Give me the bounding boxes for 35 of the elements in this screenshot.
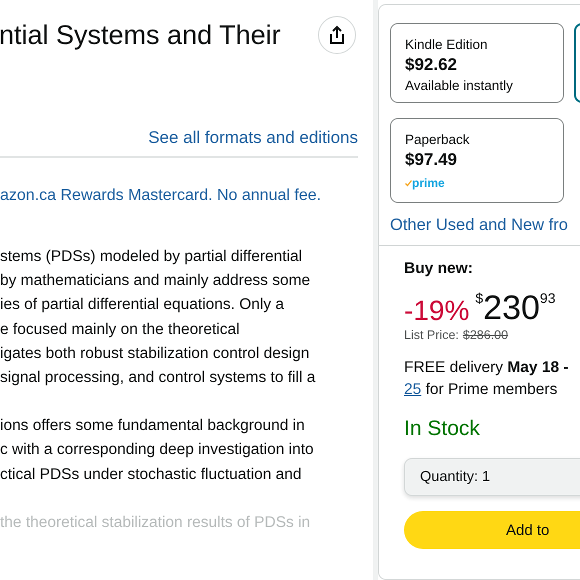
description-text: signal processing, and control systems to fill a (0, 368, 316, 388)
quantity-dropdown[interactable]: Quantity: 1 (404, 458, 580, 496)
list-price: $286.00 (462, 328, 508, 342)
format-name: Kindle Edition (405, 37, 489, 52)
format-name: Paperback (405, 132, 471, 147)
description-text: c with a corresponding deep investigation into (0, 440, 315, 460)
description-text: ions offers some fundamental background in (0, 416, 306, 436)
book-title: ntial Systems and Their (0, 20, 281, 50)
description-text: e focused mainly on the theoretical (0, 320, 241, 340)
description-text: by mathematicians and mainly address some (0, 271, 312, 292)
share-button[interactable] (318, 16, 356, 54)
format-price: $92.62 (405, 55, 458, 75)
availability-text: Available instantly (405, 78, 514, 93)
format-option[interactable]: Kindle Edition $92.62 Available instantly (390, 23, 564, 103)
other-sellers-link[interactable]: Other Used and New fro (390, 216, 580, 235)
formats-link[interactable]: See all formats and editions (148, 128, 358, 148)
description-text: stems (PDSs) modeled by partial differential (0, 247, 304, 267)
format-option[interactable]: Paperback $97.49 prime (390, 118, 564, 203)
add-to-cart-button[interactable]: Add to (404, 511, 580, 549)
delivery-text: FREE delivery May 18 - (404, 358, 570, 378)
format-price: $97.49 (405, 150, 458, 170)
share-icon (328, 25, 346, 45)
description-text: the theoretical stabilization results of PDSs in (0, 512, 312, 533)
discount-text: -19% (404, 295, 470, 327)
description-text: igates both robust stabilization control design (0, 344, 310, 364)
stock-status: In Stock (404, 417, 481, 441)
buy-new-label: Buy new: (404, 260, 474, 278)
list-price-label: List Price: (404, 328, 459, 342)
description-text: ies of partial differential equations. Only a (0, 295, 286, 316)
delivery-date-link[interactable]: 25 (404, 381, 422, 398)
description-text: ctical PDSs under stochastic fluctuation and (0, 464, 303, 485)
card-promo-link[interactable]: azon.ca Rewards Mastercard. No annual fee. (0, 187, 358, 205)
price-text: $^{$}$230$^{93}$ (475, 288, 556, 328)
prime-members-text: for Prime members (426, 381, 558, 398)
prime-badge: prime (405, 173, 549, 193)
